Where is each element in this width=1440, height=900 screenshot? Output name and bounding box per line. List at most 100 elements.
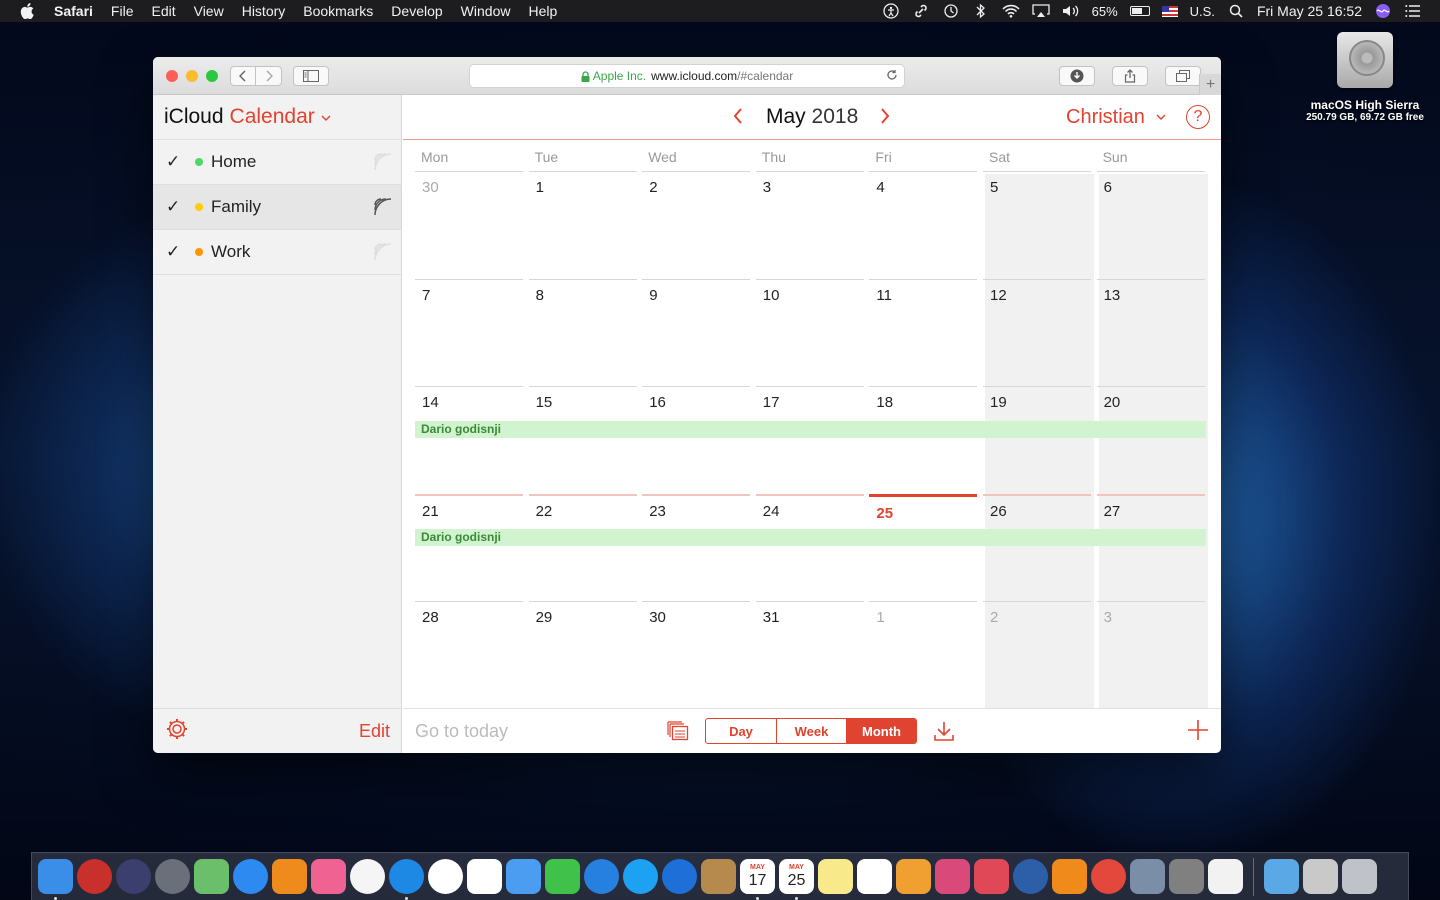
settings-gear-icon[interactable] — [165, 717, 189, 746]
share-calendar-icon[interactable] — [373, 242, 393, 267]
day-cell[interactable]: 27 — [1096, 493, 1205, 602]
day-cell[interactable]: 7 — [415, 278, 523, 387]
menu-help[interactable]: Help — [528, 3, 557, 19]
tweetbot-icon[interactable] — [584, 859, 619, 894]
airmail-icon[interactable] — [974, 859, 1009, 894]
day-cell[interactable]: 3 — [755, 171, 864, 279]
reminders-icon[interactable] — [857, 859, 892, 894]
testflight-icon[interactable] — [662, 859, 697, 894]
image-capture-icon[interactable] — [1130, 859, 1165, 894]
app-name[interactable]: Calendar — [230, 105, 315, 129]
trash-icon[interactable] — [1342, 859, 1377, 894]
apple-menu-icon[interactable] — [20, 3, 38, 19]
share-calendar-icon[interactable] — [373, 152, 393, 177]
event-bar[interactable]: Dario godisnji — [415, 421, 1206, 439]
notes-icon[interactable] — [818, 859, 853, 894]
menu-window[interactable]: Window — [461, 3, 511, 19]
day-cell[interactable]: 22 — [528, 493, 637, 602]
pixelmator-icon[interactable] — [935, 859, 970, 894]
download-icon[interactable] — [933, 720, 955, 747]
day-cell[interactable]: 24 — [755, 493, 864, 602]
day-cell[interactable]: 28 — [415, 601, 523, 709]
textedit-icon[interactable] — [1208, 859, 1243, 894]
menu-file[interactable]: File — [111, 3, 134, 19]
share-calendar-icon[interactable] — [373, 197, 393, 222]
add-event-button[interactable] — [1187, 719, 1209, 746]
reload-icon[interactable] — [886, 69, 898, 84]
back-button[interactable] — [230, 66, 256, 86]
calendar-list-icon[interactable] — [667, 721, 689, 746]
day-cell[interactable]: 26 — [983, 493, 1091, 602]
day-cell[interactable]: 23 — [642, 493, 751, 602]
1password-icon[interactable] — [1013, 859, 1048, 894]
input-source-label[interactable]: U.S. — [1190, 4, 1215, 19]
day-cell[interactable]: 2 — [642, 171, 751, 279]
system-preferences-icon[interactable] — [1169, 859, 1204, 894]
menu-develop[interactable]: Develop — [391, 3, 442, 19]
menu-clock[interactable]: Fri May 25 16:52 — [1257, 3, 1362, 19]
day-cell[interactable]: 12 — [983, 278, 1091, 387]
ibooks-icon[interactable] — [272, 859, 307, 894]
day-cell[interactable]: 16 — [642, 386, 751, 494]
address-bar[interactable]: Apple Inc. www.icloud.com/#calendar — [469, 64, 905, 88]
menu-view[interactable]: View — [194, 3, 224, 19]
menu-app-name[interactable]: Safari — [54, 3, 93, 19]
day-cell[interactable]: 6 — [1096, 171, 1205, 279]
link-icon[interactable] — [912, 3, 930, 19]
wifi-icon[interactable] — [1002, 3, 1020, 19]
facetime-icon[interactable] — [545, 859, 580, 894]
zoom-window-button[interactable] — [206, 70, 218, 82]
notebook-icon[interactable] — [701, 859, 736, 894]
day-view-button[interactable]: Day — [706, 719, 776, 743]
day-cell[interactable]: 2 — [983, 601, 1091, 709]
photo-booth-icon[interactable] — [77, 859, 112, 894]
share-button[interactable] — [1112, 66, 1148, 86]
day-cell[interactable]: 5 — [983, 171, 1091, 279]
vlc-icon[interactable] — [1052, 859, 1087, 894]
calendar-icon[interactable]: MAY 17 — [740, 859, 775, 900]
menu-history[interactable]: History — [242, 3, 286, 19]
previous-month-button[interactable] — [728, 105, 748, 127]
day-cell[interactable]: 1 — [869, 601, 978, 709]
calendar-item-work[interactable]: ✓ Work — [153, 230, 401, 275]
day-cell[interactable]: 29 — [528, 601, 637, 709]
chrome-icon[interactable] — [428, 859, 463, 894]
day-cell-today[interactable]: 25 — [869, 493, 978, 602]
day-cell[interactable]: 31 — [755, 601, 864, 709]
forward-button[interactable] — [256, 66, 282, 86]
pdf-expert-icon[interactable] — [1091, 859, 1126, 894]
chevron-down-icon[interactable] — [321, 110, 331, 125]
sidebar-toggle-button[interactable] — [293, 66, 329, 86]
day-cell[interactable]: 14 — [415, 386, 523, 494]
help-button[interactable]: ? — [1186, 105, 1210, 129]
go-to-today-button[interactable]: Go to today — [415, 721, 508, 742]
maps-icon[interactable] — [194, 859, 229, 894]
day-cell[interactable]: 15 — [528, 386, 637, 494]
notification-center-icon[interactable] — [1404, 3, 1422, 19]
day-cell[interactable]: 9 — [642, 278, 751, 387]
siri-icon[interactable] — [1374, 3, 1392, 19]
app-switcher[interactable]: iCloud Calendar — [153, 95, 401, 140]
week-view-button[interactable]: Week — [776, 719, 846, 743]
close-window-button[interactable] — [166, 70, 178, 82]
spotlight-search-icon[interactable] — [1227, 3, 1245, 19]
day-cell[interactable]: 1 — [528, 171, 637, 279]
day-cell[interactable]: 21 — [415, 493, 523, 602]
safari-icon[interactable] — [389, 859, 424, 900]
twitter-icon[interactable] — [623, 859, 658, 894]
day-cell[interactable]: 13 — [1096, 278, 1205, 387]
volume-icon[interactable] — [1062, 3, 1080, 19]
calendar-alt-icon[interactable]: MAY 25 — [779, 859, 814, 900]
time-machine-icon[interactable] — [942, 3, 960, 19]
menu-bookmarks[interactable]: Bookmarks — [303, 3, 373, 19]
day-cell[interactable]: 3 — [1096, 601, 1205, 709]
day-cell[interactable]: 30 — [415, 171, 523, 279]
day-cell[interactable]: 20 — [1096, 386, 1205, 494]
launchpad-icon[interactable] — [155, 859, 190, 894]
calendar-item-family[interactable]: ✓ Family — [153, 185, 401, 230]
day-cell[interactable]: 17 — [755, 386, 864, 494]
itunes-icon[interactable] — [311, 859, 346, 894]
menu-edit[interactable]: Edit — [151, 3, 175, 19]
messages-icon[interactable] — [506, 859, 541, 894]
accessibility-icon[interactable] — [882, 3, 900, 19]
